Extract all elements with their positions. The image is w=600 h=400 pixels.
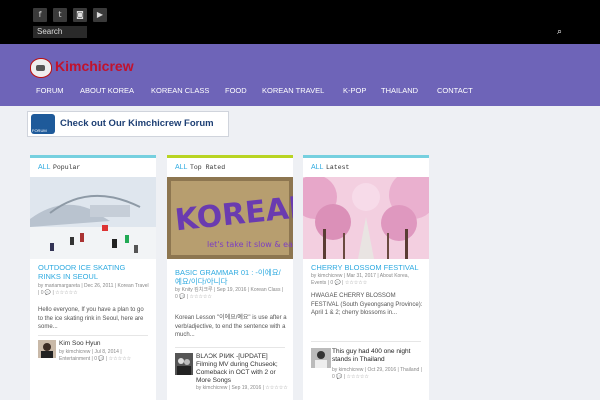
nav-item-kpop[interactable]: K-POP <box>343 86 366 95</box>
divider <box>38 335 148 336</box>
small-post-meta: by kimchicrew | Jul 8, 2014 | Entertainm… <box>59 349 132 362</box>
small-post-title-link[interactable]: This guy had 400 one night stands in Tha… <box>332 348 424 364</box>
small-post-meta: by kimchicrew | Oct 29, 2016 | Thailand … <box>332 367 422 380</box>
latest-header: ALL Latest <box>303 155 429 177</box>
thailand-post-thumbnail[interactable] <box>311 348 331 368</box>
post-excerpt: Hello everyone, If you have a plan to go… <box>38 307 144 330</box>
social-links: f t ◙ ▶ <box>33 8 107 22</box>
popular-header: ALL Popular <box>30 155 156 177</box>
nav-item-korean-class[interactable]: KOREAN CLASS <box>151 86 209 95</box>
search-input[interactable] <box>33 26 87 38</box>
youtube-icon[interactable]: ▶ <box>93 8 107 22</box>
kim-soo-hyun-thumbnail[interactable] <box>38 340 56 358</box>
top-bar: f t ◙ ▶ ⌕ <box>0 0 600 44</box>
top-rated-column: ALL Top Rated KOREAN let's take it slow … <box>167 155 293 400</box>
korean-lesson-image[interactable]: KOREAN let's take it slow & easy! <box>167 177 293 259</box>
ice-rink-image[interactable] <box>30 177 156 259</box>
instagram-icon[interactable]: ◙ <box>73 8 87 22</box>
nav-item-thailand[interactable]: THAILAND <box>381 86 418 95</box>
divider <box>311 341 421 342</box>
column-label: Latest <box>326 164 350 171</box>
all-link[interactable]: ALL <box>175 164 187 171</box>
post-meta: by mariamargareta | Dec 26, 2011 | Korea… <box>38 283 149 296</box>
popular-column: ALL Popular OUTDOOR ICE SKATING RINKS IN… <box>30 155 156 400</box>
nav-item-forum[interactable]: FORUM <box>36 86 64 95</box>
post-excerpt: Korean Lesson "이에요/예요" is use after a ve… <box>175 315 287 338</box>
small-post-title-link[interactable]: Kim Soo Hyun <box>59 340 151 348</box>
all-link[interactable]: ALL <box>38 164 50 171</box>
facebook-icon[interactable]: f <box>33 8 47 22</box>
search-icon[interactable]: ⌕ <box>557 27 562 37</box>
latest-column: ALL Latest CHERRY BLOSSOM FESTIVAL by ki… <box>303 155 429 400</box>
nav-item-contact[interactable]: CONTACT <box>437 86 473 95</box>
nav-item-food[interactable]: FOOD <box>225 86 247 95</box>
post-excerpt: HWAGAE CHERRY BLOSSOM FESTIVAL (South Gy… <box>311 293 423 316</box>
post-title-link[interactable]: BASIC GRAMMAR 01 : -이에요/예요/이다/아니다 <box>175 268 287 286</box>
logo-icon[interactable] <box>30 58 52 78</box>
image-text-slogan: let's take it slow & easy! <box>207 240 293 249</box>
forum-icon <box>31 114 55 134</box>
post-title-link[interactable]: CHERRY BLOSSOM FESTIVAL <box>311 263 423 272</box>
cherry-blossom-image[interactable] <box>303 177 429 259</box>
forum-banner[interactable]: Check out Our Kimchicrew Forum <box>27 111 229 137</box>
blackpink-thumbnail[interactable] <box>175 353 193 375</box>
nav-item-korean-travel[interactable]: KOREAN TRAVEL <box>262 86 324 95</box>
column-label: Top Rated <box>190 164 226 171</box>
nav-item-about-korea[interactable]: ABOUT KOREA <box>80 86 134 95</box>
all-link[interactable]: ALL <box>311 164 323 171</box>
site-logo-text[interactable]: Kimchicrew <box>55 58 134 74</box>
small-post-meta: by kimchicrew | Sep 19, 2016 | ☆☆☆☆☆ <box>196 385 288 391</box>
top-rated-header: ALL Top Rated <box>167 155 293 177</box>
main-nav: FORUM ABOUT KOREA KOREAN CLASS FOOD KORE… <box>0 80 600 100</box>
post-title-link[interactable]: OUTDOOR ICE SKATING RINKS IN SEOUL <box>38 263 150 281</box>
column-label: Popular <box>53 164 81 171</box>
post-meta: by kimchicrew | Mar 31, 2017 | About Kor… <box>311 273 409 286</box>
post-meta: by Knity 킴치크루 | Sep 19, 2016 | Korean Cl… <box>175 287 284 300</box>
site-header: Kimchicrew FORUM ABOUT KOREA KOREAN CLAS… <box>0 44 600 106</box>
small-post-title-link[interactable]: BLΛƆK PIИK -[UPDATE] Filming MV during C… <box>196 353 288 385</box>
forum-banner-text: Check out Our Kimchicrew Forum <box>60 118 214 129</box>
divider <box>175 347 285 348</box>
twitter-icon[interactable]: t <box>53 8 67 22</box>
